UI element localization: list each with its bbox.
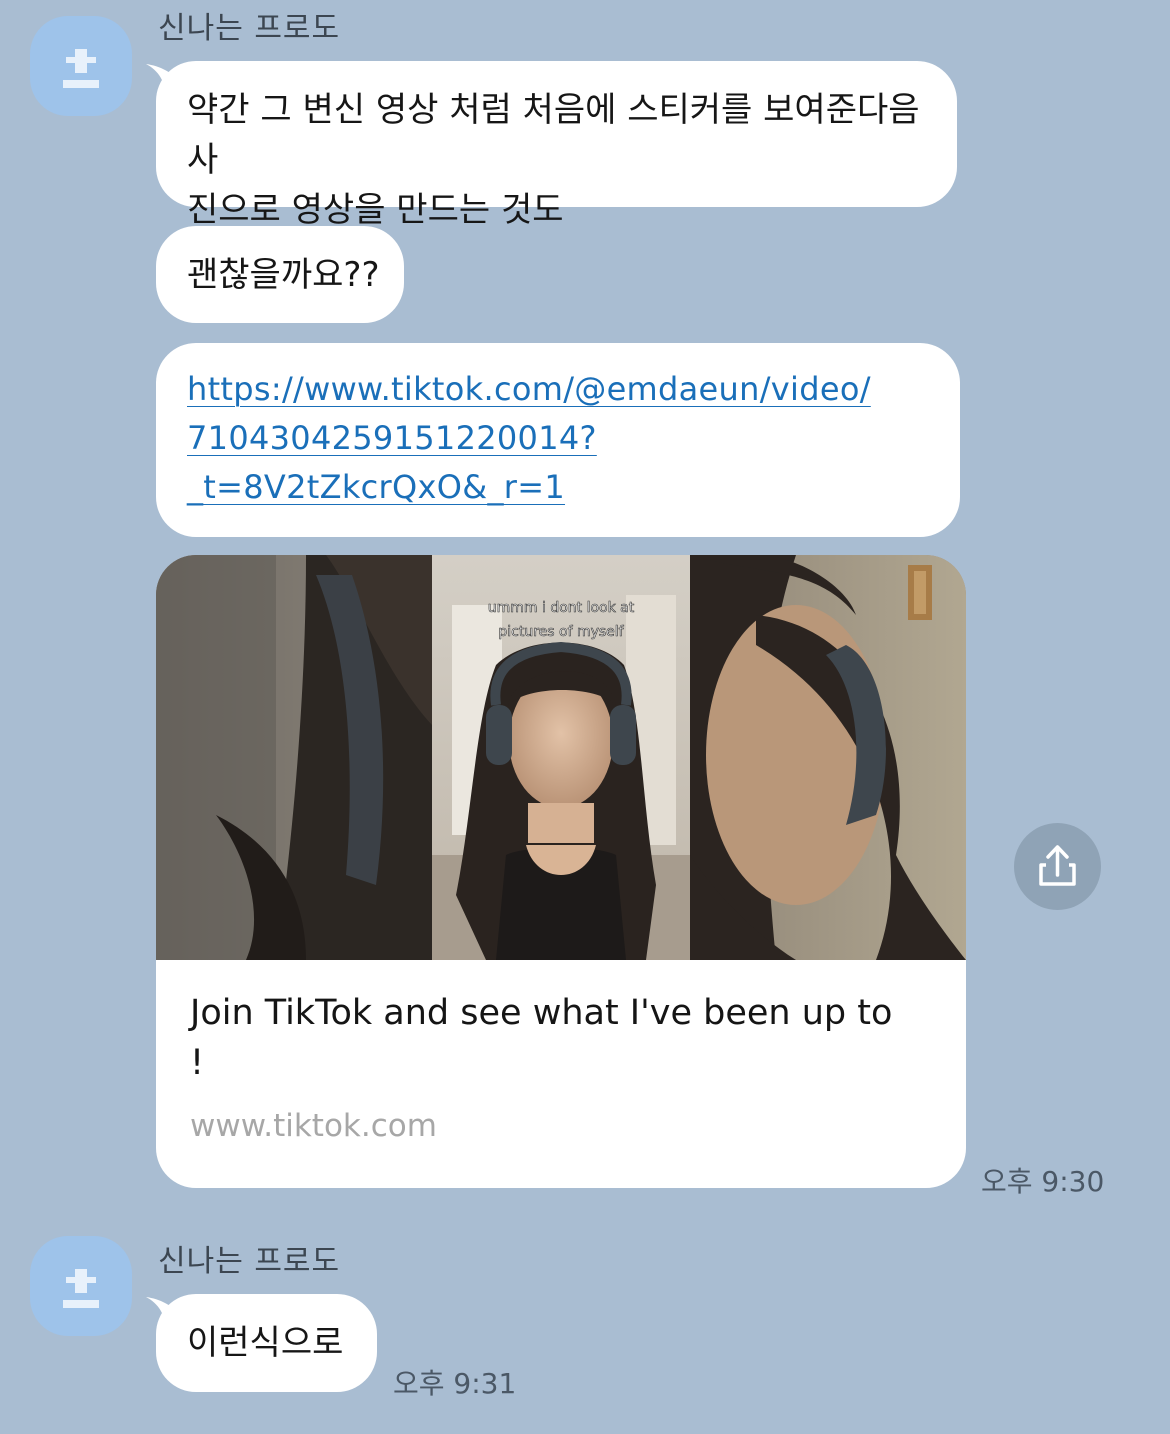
video-caption-line2: pictures of myself [498, 624, 624, 640]
video-caption-line1: ummm i dont look at [488, 600, 635, 616]
preview-thumbnail[interactable]: ummm i dont look at pictures of myself [156, 555, 966, 960]
preview-title[interactable]: Join TikTok and see what I've been up to… [190, 988, 950, 1088]
url-link[interactable]: _t=8V2tZkcrQxO&_r=1 [187, 468, 565, 506]
default-profile-icon [63, 49, 99, 88]
video-thumbnail-image: ummm i dont look at pictures of myself [156, 555, 966, 960]
preview-title-line: Join TikTok and see what I've been up to [190, 993, 893, 1033]
share-button[interactable] [1014, 823, 1101, 910]
message-text: 이런식으로 [187, 1323, 344, 1363]
url-link[interactable]: https://www.tiktok.com/@emdaeun/video/ [187, 370, 871, 408]
preview-title-line: ! [190, 1043, 205, 1083]
sender-name: 신나는 프로도 [158, 11, 341, 46]
message-timestamp: 오후 9:31 [393, 1367, 517, 1400]
link-bubble[interactable]: https://www.tiktok.com/@emdaeun/video/ 7… [156, 343, 960, 537]
url-link[interactable]: 7104304259151220014? [187, 419, 597, 457]
sender-name: 신나는 프로도 [158, 1244, 341, 1279]
message-text: 약간 그 변신 영상 처럼 처음에 스티커를 보여준다음 사 [187, 90, 920, 180]
message-bubble[interactable]: 괜찮을까요?? [156, 226, 404, 323]
share-icon [1039, 845, 1076, 886]
link-preview-card[interactable]: ummm i dont look at pictures of myself J… [156, 555, 966, 1188]
message-text: 괜찮을까요?? [187, 255, 380, 295]
message-bubble[interactable]: 이런식으로 [156, 1294, 377, 1392]
message-bubble[interactable]: 약간 그 변신 영상 처럼 처음에 스티커를 보여준다음 사 진으로 영상을 만… [156, 61, 957, 230]
default-profile-icon [63, 1269, 99, 1308]
sender-avatar[interactable] [30, 16, 132, 116]
preview-domain: www.tiktok.com [190, 1108, 437, 1144]
sender-avatar[interactable] [30, 1236, 132, 1336]
message-timestamp: 오후 9:30 [981, 1165, 1105, 1198]
